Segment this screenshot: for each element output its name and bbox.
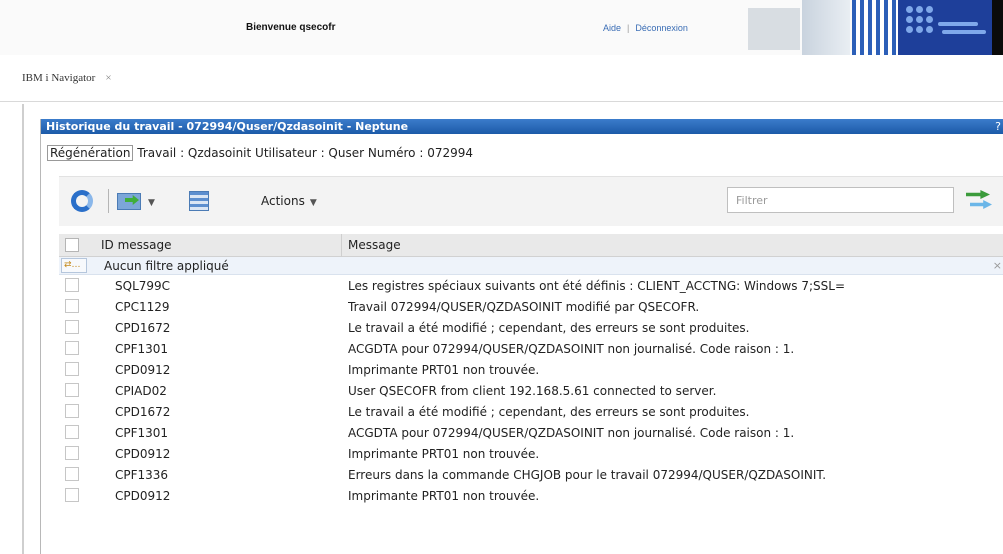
row-checkbox[interactable] [65,446,79,460]
apply-filter-icon[interactable] [964,188,994,212]
link-separator: | [627,23,630,33]
message-text: Travail 072994/QUSER/QZDASOINIT modifié … [348,300,700,314]
message-id: CPD1672 [115,321,171,335]
column-divider[interactable] [341,234,342,257]
row-checkbox[interactable] [65,404,79,418]
select-all-checkbox[interactable] [65,238,79,252]
table-row[interactable]: CPD1672 Le travail a été modifié ; cepen… [59,401,1003,422]
message-text: Le travail a été modifié ; cependant, de… [348,405,750,419]
row-checkbox[interactable] [65,488,79,502]
message-text: Imprimante PRT01 non trouvée. [348,363,540,377]
message-text: Imprimante PRT01 non trouvée. [348,447,540,461]
message-text: User QSECOFR from client 192.168.5.61 co… [348,384,717,398]
message-id: CPF1336 [115,468,169,482]
filter-status-row: ⇄… Aucun filtre appliqué × [59,257,1003,275]
message-id: CPD0912 [115,489,171,503]
message-id: CPD1672 [115,405,171,419]
row-checkbox[interactable] [65,320,79,334]
job-log-panel: Historique du travail - 072994/Quser/Qzd… [40,119,1003,554]
message-text: Le travail a été modifié ; cependant, de… [348,321,750,335]
table-row[interactable]: CPF1301 ACGDTA pour 072994/QUSER/QZDASOI… [59,422,1003,443]
table-row[interactable]: CPC1129 Travail 072994/QUSER/QZDASOINIT … [59,296,1003,317]
column-header-message[interactable]: Message [348,238,401,252]
welcome-text: Bienvenue qsecofr [246,22,336,33]
message-id: CPD0912 [115,363,171,377]
table-row[interactable]: CPD0912 Imprimante PRT01 non trouvée. [59,443,1003,464]
left-divider [22,104,24,554]
toolbar: ▼ Actions ▼ [59,176,1003,226]
toolbar-separator [108,189,109,213]
row-checkbox[interactable] [65,425,79,439]
tab-strip: IBM i Navigator × [0,62,1003,102]
row-checkbox[interactable] [65,383,79,397]
chevron-down-icon: ▼ [148,198,155,208]
clear-filter-icon[interactable]: × [993,259,1002,272]
actions-menu-button[interactable]: Actions ▼ [261,194,317,208]
table-row[interactable]: CPF1336 Erreurs dans la commande CHGJOB … [59,464,1003,485]
refresh-icon[interactable] [69,189,95,213]
tab-label: IBM i Navigator [22,72,96,84]
columns-icon[interactable] [189,189,211,213]
header-links: Aide | Déconnexion [603,23,688,33]
row-checkbox[interactable] [65,278,79,292]
message-id: CPF1301 [115,426,169,440]
filter-status-text: Aucun filtre appliqué [104,259,229,273]
message-id: SQL799C [115,279,171,293]
table-row[interactable]: CPD0912 Imprimante PRT01 non trouvée. [59,485,1003,506]
filter-input[interactable] [727,187,954,213]
message-text: ACGDTA pour 072994/QUSER/QZDASOINIT non … [348,342,795,356]
help-link[interactable]: Aide [603,23,621,33]
row-checkbox[interactable] [65,341,79,355]
row-checkbox[interactable] [65,467,79,481]
help-icon[interactable]: ? [995,119,1001,134]
job-info-bar: Régénération Travail : Qzdasoinit Utilis… [47,145,474,161]
messages-table: ID message Message ⇄… Aucun filtre appli… [59,234,1003,506]
message-text: Imprimante PRT01 non trouvée. [348,489,540,503]
message-text: ACGDTA pour 072994/QUSER/QZDASOINIT non … [348,426,795,440]
chevron-down-icon: ▼ [309,198,317,208]
filter-options-icon[interactable]: ⇄… [61,258,87,273]
tab-close-icon[interactable]: × [105,72,111,84]
table-row[interactable]: SQL799C Les registres spéciaux suivants … [59,275,1003,296]
message-id: CPC1129 [115,300,170,314]
message-text: Erreurs dans la commande CHGJOB pour le … [348,468,827,482]
panel-title-bar: Historique du travail - 072994/Quser/Qzd… [41,119,1003,134]
message-id: CPF1301 [115,342,169,356]
table-header: ID message Message [59,234,1003,257]
export-icon[interactable]: ▼ [117,189,159,213]
table-row[interactable]: CPIAD02 User QSECOFR from client 192.168… [59,380,1003,401]
message-id: CPD0912 [115,447,171,461]
banner-decoration [748,0,1003,55]
tab-ibm-i-navigator[interactable]: IBM i Navigator × [22,72,112,84]
job-info-text: Travail : Qzdasoinit Utilisateur : Quser… [137,146,474,160]
table-row[interactable]: CPD0912 Imprimante PRT01 non trouvée. [59,359,1003,380]
message-text: Les registres spéciaux suivants ont été … [348,279,846,293]
row-checkbox[interactable] [65,362,79,376]
refresh-button[interactable]: Régénération [47,145,134,161]
column-header-message-id[interactable]: ID message [101,238,172,252]
logout-link[interactable]: Déconnexion [635,23,688,33]
panel-title: Historique du travail - 072994/Quser/Qzd… [46,120,409,133]
row-checkbox[interactable] [65,299,79,313]
message-id: CPIAD02 [115,384,167,398]
actions-label: Actions [261,194,305,208]
top-banner: Bienvenue qsecofr Aide | Déconnexion [0,0,1003,55]
table-row[interactable]: CPD1672 Le travail a été modifié ; cepen… [59,317,1003,338]
table-row[interactable]: CPF1301 ACGDTA pour 072994/QUSER/QZDASOI… [59,338,1003,359]
